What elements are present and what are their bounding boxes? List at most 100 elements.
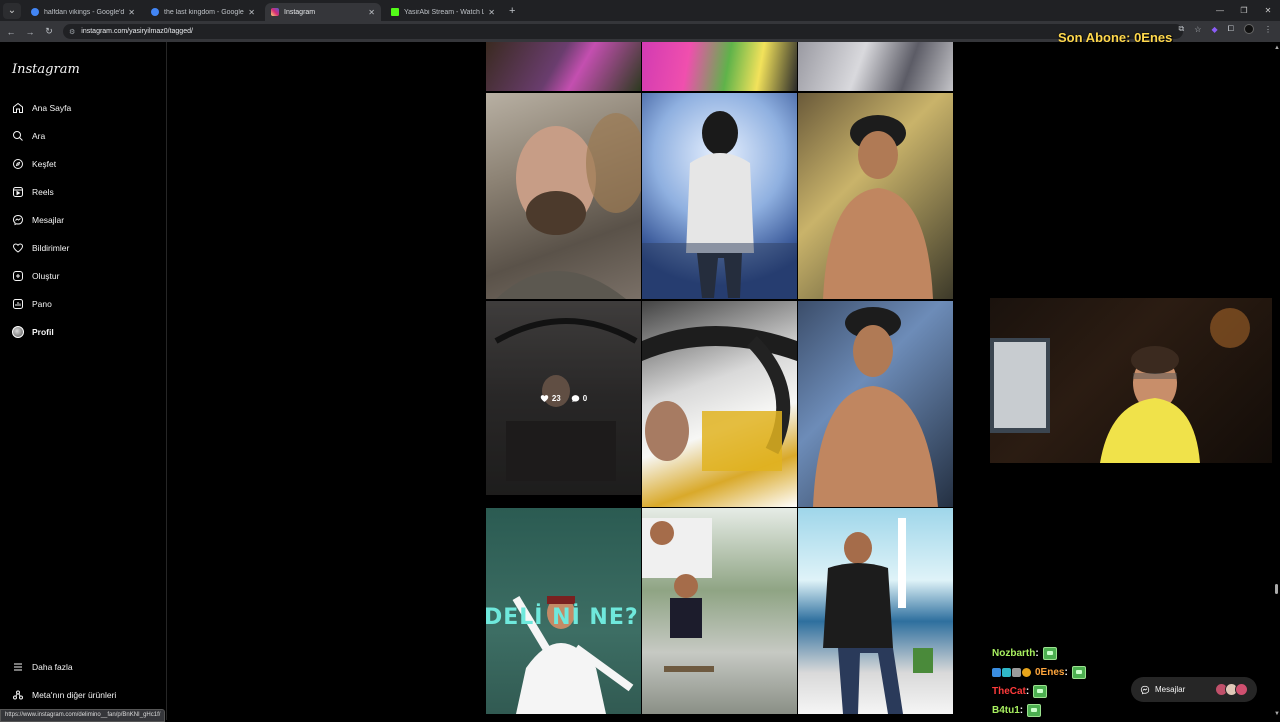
conversation-avatars [1215, 683, 1248, 696]
sidebar-item-dashboard[interactable]: Pano [12, 298, 52, 310]
page-scrollbar[interactable] [1272, 42, 1280, 720]
tab-close-icon[interactable]: ✕ [248, 8, 255, 17]
tab-close-icon[interactable]: ✕ [128, 8, 135, 17]
chat-separator: : [1025, 686, 1030, 697]
browser-tab-bar: ⌄ halfdan vikings - Google'da Ara ✕ the … [0, 0, 1280, 21]
instagram-logo[interactable]: Instagram [12, 62, 80, 77]
sidebar-item-label: Pano [32, 299, 52, 309]
chat-message: TheCat : [992, 685, 1048, 698]
browser-tab[interactable]: halfdan vikings - Google'da Ara ✕ [25, 3, 141, 21]
instagram-favicon-icon [271, 8, 279, 16]
profile-icon[interactable] [1244, 24, 1254, 34]
instagram-sidebar: Instagram Ana Sayfa Ara Keşfet Reels Mes… [0, 42, 167, 720]
sidebar-item-notifications[interactable]: Bildirimler [12, 242, 69, 254]
post-thumbnail[interactable] [798, 508, 953, 714]
google-favicon-icon [31, 8, 39, 16]
meta-icon [12, 689, 24, 701]
back-arrow-icon[interactable]: ← [3, 27, 19, 37]
sidebar-item-search[interactable]: Ara [12, 130, 45, 142]
new-tab-button[interactable]: + [509, 5, 515, 17]
browser-tab-active[interactable]: Instagram ✕ [265, 3, 381, 21]
site-info-icon[interactable]: ⚙ [69, 28, 75, 36]
post-thumbnail[interactable] [798, 42, 953, 91]
dashboard-icon [12, 298, 24, 310]
chat-message: B4tu1 : [992, 704, 1042, 717]
home-icon [12, 102, 24, 114]
sidebar-item-create[interactable]: Oluştur [12, 270, 59, 282]
messages-pill-button[interactable]: Mesajlar [1131, 677, 1257, 702]
tab-title: Instagram [284, 8, 316, 16]
post-thumbnail[interactable] [798, 93, 953, 299]
sidebar-item-home[interactable]: Ana Sayfa [12, 102, 71, 114]
sidebar-item-label: Bildirimler [32, 243, 70, 253]
car-selfie-photo [642, 326, 797, 471]
close-window-icon[interactable]: ✕ [1256, 6, 1280, 15]
messenger-icon [12, 214, 24, 226]
window-controls: — ❐ ✕ [1208, 0, 1280, 21]
avatar [1235, 683, 1248, 696]
shirtless-photo [813, 307, 938, 507]
sidebar-item-messages[interactable]: Mesajlar [12, 214, 64, 226]
sidebar-item-reels[interactable]: Reels [12, 186, 54, 198]
emote-icon [1033, 685, 1048, 698]
minimize-icon[interactable]: — [1208, 6, 1232, 15]
post-thumbnail[interactable] [486, 93, 641, 299]
scroll-down-arrow-icon[interactable]: ▼ [1274, 711, 1280, 717]
sidebar-item-label: Meta'nın diğer ürünleri [32, 690, 117, 700]
chat-username: 0Enes [1035, 667, 1065, 678]
forward-arrow-icon[interactable]: → [22, 27, 38, 37]
post-thumbnail[interactable]: DELİ Nİ NE? [486, 508, 641, 714]
scrollbar-thumb[interactable] [1275, 584, 1278, 594]
tagged-posts-grid: 23 0 DELİ Nİ NE? [486, 42, 954, 720]
comment-count-value: 0 [582, 393, 588, 403]
chat-message: Nozbarth : [992, 647, 1057, 660]
post-thumbnail-hovered[interactable]: 23 0 [486, 301, 641, 495]
post-thumbnail[interactable] [642, 301, 797, 507]
bookmark-star-icon[interactable]: ☆ [1194, 25, 1201, 34]
sidebar-item-label: Profil [32, 327, 54, 337]
tab-close-icon[interactable]: ✕ [488, 8, 495, 17]
post-thumbnail[interactable] [642, 93, 797, 299]
url-text: instagram.com/yasiryilmaz0/tagged/ [81, 28, 193, 35]
post-hover-overlay: 23 0 [486, 301, 641, 495]
extension-shield-icon[interactable]: ◆ [1211, 25, 1217, 34]
sidebar-item-profile[interactable]: Profil [12, 326, 54, 338]
tab-search-button[interactable]: ⌄ [3, 2, 21, 19]
sidebar-item-meta[interactable]: Meta'nın diğer ürünleri [12, 689, 116, 701]
scroll-up-arrow-icon[interactable]: ▲ [1274, 45, 1280, 51]
sidebar-item-more[interactable]: Daha fazla [12, 661, 73, 673]
kick-favicon-icon [391, 8, 399, 16]
reload-icon[interactable]: ↻ [41, 26, 57, 37]
skateboard-photo [642, 518, 714, 672]
install-app-icon[interactable]: ⧉ [1179, 24, 1185, 34]
tab-close-icon[interactable]: ✕ [368, 8, 375, 17]
post-thumbnail[interactable] [798, 301, 953, 507]
extensions-puzzle-icon[interactable]: ⧠ [1228, 24, 1234, 34]
link-hover-status: https://www.instagram.com/delimino__fan/… [0, 709, 166, 722]
sidebar-item-label: Ana Sayfa [32, 103, 72, 113]
heart-filled-icon [540, 394, 549, 402]
sidebar-item-label: Oluştur [32, 271, 60, 281]
browser-tab[interactable]: the last kingdom - Google'da Ara ✕ [145, 3, 261, 21]
messenger-icon [1140, 685, 1150, 694]
compass-icon [12, 158, 24, 170]
restore-icon[interactable]: ❐ [1232, 6, 1256, 15]
seaside-photo [823, 518, 933, 714]
post-thumbnail[interactable] [486, 42, 641, 91]
browser-menu-icon[interactable]: ⋮ [1264, 25, 1272, 34]
emote-icon [1027, 704, 1042, 717]
emote-icon [1071, 666, 1086, 679]
browser-tab[interactable]: YasirAbi Stream - Watch Live on ✕ [385, 3, 501, 21]
post-thumbnail[interactable] [642, 42, 797, 91]
menu-icon [12, 661, 24, 673]
sidebar-item-explore[interactable]: Keşfet [12, 158, 56, 170]
badge-icon [992, 668, 1001, 677]
post-thumbnail[interactable] [642, 508, 797, 714]
google-favicon-icon [151, 8, 159, 16]
tab-title: halfdan vikings - Google'da Ara [44, 8, 125, 16]
url-field[interactable]: ⚙ instagram.com/yasiryilmaz0/tagged/ [63, 24, 1183, 39]
tab-title: YasirAbi Stream - Watch Live on [404, 8, 485, 16]
chat-message: 0Enes : [992, 666, 1086, 679]
plus-square-icon [12, 270, 24, 282]
portrait-photo [496, 113, 641, 299]
